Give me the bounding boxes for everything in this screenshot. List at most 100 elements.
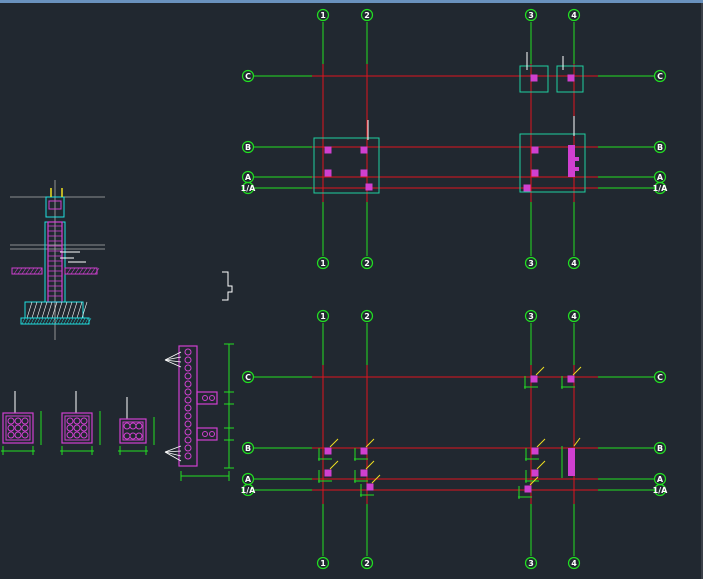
hatch-stroke: [48, 317, 53, 325]
hatch-stroke: [13, 267, 19, 275]
svg-text:1/A: 1/A: [653, 486, 668, 495]
svg-text:C: C: [245, 373, 251, 382]
rebar-bar: [209, 395, 215, 401]
hatch-stroke: [30, 317, 35, 325]
svg-text:2: 2: [364, 559, 370, 568]
svg-text:1/A: 1/A: [241, 486, 256, 495]
rebar-bar: [184, 420, 192, 428]
hatch-stroke: [17, 267, 23, 275]
hatch-stroke: [33, 267, 39, 275]
rebar-bar: [14, 424, 22, 432]
grid-bubble: 4: [567, 8, 581, 22]
rebar-bar: [184, 388, 192, 396]
column-section: [365, 183, 373, 191]
column-section: [366, 483, 374, 491]
grid-bubble: 1/A: [653, 483, 668, 497]
grid-bubble: C: [241, 69, 255, 83]
hatch-stroke: [66, 317, 71, 325]
column-section: [360, 169, 368, 177]
concrete-hatch: [46, 301, 53, 319]
hatch-stroke: [37, 267, 43, 275]
hatch-stroke: [33, 317, 38, 325]
rebar-bar: [184, 412, 192, 420]
stirrup-outline: [5, 415, 31, 441]
column-section: [575, 167, 579, 171]
column-section: [567, 375, 575, 383]
grid-bubble: C: [653, 370, 667, 384]
foundation-plan: 1 1 2 2 3 3 4 4 C C B B A A 1/A 1/A: [241, 8, 668, 270]
svg-text:2: 2: [364, 312, 370, 321]
rebar-bar: [123, 432, 131, 440]
rebar-bar: [80, 431, 88, 439]
hatch-stroke: [84, 317, 89, 325]
grid-bubble: B: [653, 140, 667, 154]
column-section: [531, 146, 539, 154]
rebar-bar: [21, 431, 29, 439]
hatch-stroke: [39, 317, 44, 325]
grid-bubble: A: [241, 170, 255, 184]
tag-leader: [329, 460, 339, 470]
hatch-stroke: [25, 267, 31, 275]
footing-outline: [519, 133, 586, 193]
svg-text:3: 3: [528, 559, 534, 568]
hatch-stroke: [66, 267, 72, 275]
rebar-bar: [80, 417, 88, 425]
grid-bubble: 4: [567, 556, 581, 570]
rebar-bar: [73, 417, 81, 425]
column-section: [530, 375, 538, 383]
hatch-stroke: [82, 267, 88, 275]
rebar-bar: [184, 348, 192, 356]
svg-text:C: C: [657, 72, 663, 81]
grid-bubble: 1/A: [241, 181, 256, 195]
hatch-stroke: [60, 317, 65, 325]
hatch-stroke: [27, 317, 32, 325]
column-cross-section: [118, 397, 155, 455]
svg-text:C: C: [245, 72, 251, 81]
grid-bubble: B: [241, 441, 255, 455]
hatch-stroke: [21, 317, 26, 325]
cad-drawing-canvas[interactable]: 1 1 2 2 3 3 4 4 C C B B A A 1/A 1/A 1 1 2 2 3 3 4 4 C C B B A A 1/A 1/A: [0, 0, 703, 579]
grid-bubble: A: [653, 472, 667, 486]
rebar-bar: [202, 431, 208, 437]
rebar-bar: [7, 431, 15, 439]
hatch-stroke: [70, 267, 76, 275]
grid-bubble: 3: [524, 309, 538, 323]
column-layout-plan: 1 1 2 2 3 3 4 4 C C B B A A 1/A 1/A: [241, 309, 668, 570]
rebar-bar: [21, 424, 29, 432]
concrete-hatch: [66, 301, 73, 319]
rebar-bar: [184, 380, 192, 388]
column-section: [360, 447, 368, 455]
rebar-bar: [184, 436, 192, 444]
hatch-stroke: [81, 317, 86, 325]
tag-leader: [535, 366, 545, 376]
hatch-stroke: [21, 267, 27, 275]
svg-text:A: A: [245, 475, 252, 484]
rebar-bar: [209, 431, 215, 437]
tag-leader: [329, 438, 339, 448]
svg-text:B: B: [657, 444, 663, 453]
svg-text:4: 4: [571, 11, 577, 20]
hatch-stroke: [36, 317, 41, 325]
column-cross-section: [1, 391, 42, 455]
concrete-hatch: [51, 301, 58, 319]
concrete-hatch: [76, 301, 83, 319]
svg-text:3: 3: [528, 259, 534, 268]
concrete-hatch: [31, 301, 38, 319]
rebar-bar: [202, 395, 208, 401]
break-line-symbol: [222, 271, 233, 301]
hatch-stroke: [78, 267, 84, 275]
column-section: [575, 157, 579, 161]
hatch-stroke: [78, 317, 83, 325]
svg-text:B: B: [657, 143, 663, 152]
hatch-stroke: [57, 317, 62, 325]
svg-text:3: 3: [528, 11, 534, 20]
concrete-hatch: [41, 301, 48, 319]
hatch-stroke: [69, 317, 74, 325]
rebar-bar: [14, 417, 22, 425]
grid-bubble: 2: [360, 309, 374, 323]
grid-bubble: 3: [524, 8, 538, 22]
concrete-hatch: [71, 301, 78, 319]
stirrup-outline: [64, 415, 90, 441]
hatch-stroke: [86, 267, 92, 275]
tag-leader: [536, 460, 546, 470]
